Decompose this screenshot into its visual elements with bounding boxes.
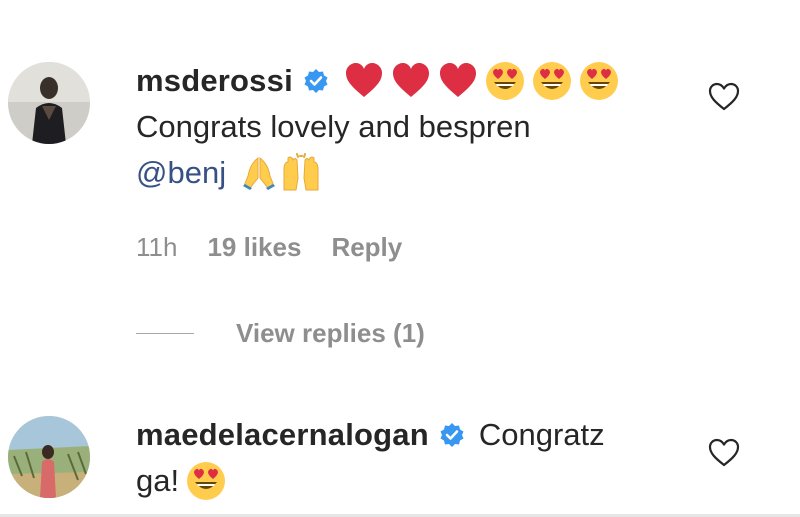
username[interactable]: maedelacernalogan	[136, 412, 429, 458]
like-heart-icon[interactable]	[708, 82, 740, 112]
avatar[interactable]	[8, 416, 90, 498]
raised-hands-emoji	[280, 152, 322, 194]
likes-count[interactable]: 19 likes	[207, 232, 301, 263]
red-heart-emoji	[343, 60, 385, 102]
heart-eyes-emoji	[578, 60, 620, 102]
comment-text: ga!	[136, 463, 180, 498]
mention-link[interactable]: @benj	[136, 150, 226, 196]
verified-badge-icon	[439, 422, 465, 448]
heart-eyes-emoji	[185, 460, 227, 502]
reply-button[interactable]: Reply	[331, 232, 402, 263]
emoji-sequence	[343, 60, 620, 102]
comment-meta: 11h 19 likes Reply	[136, 232, 402, 263]
red-heart-emoji	[390, 60, 432, 102]
username[interactable]: msderossi	[136, 58, 293, 104]
red-heart-emoji	[437, 60, 479, 102]
avatar[interactable]	[8, 62, 90, 144]
comment-text: Congratz	[478, 417, 605, 452]
comment-text: Congrats lovely and bespren	[136, 109, 531, 144]
folded-hands-emoji	[238, 152, 280, 194]
heart-eyes-emoji	[531, 60, 573, 102]
like-heart-icon[interactable]	[708, 438, 740, 468]
verified-badge-icon	[303, 68, 329, 94]
heart-eyes-emoji	[484, 60, 526, 102]
view-replies-button[interactable]: View replies (1)	[236, 318, 425, 349]
view-replies-row[interactable]: View replies (1)	[136, 318, 425, 349]
divider	[136, 333, 194, 334]
timestamp[interactable]: 11h	[136, 232, 177, 263]
